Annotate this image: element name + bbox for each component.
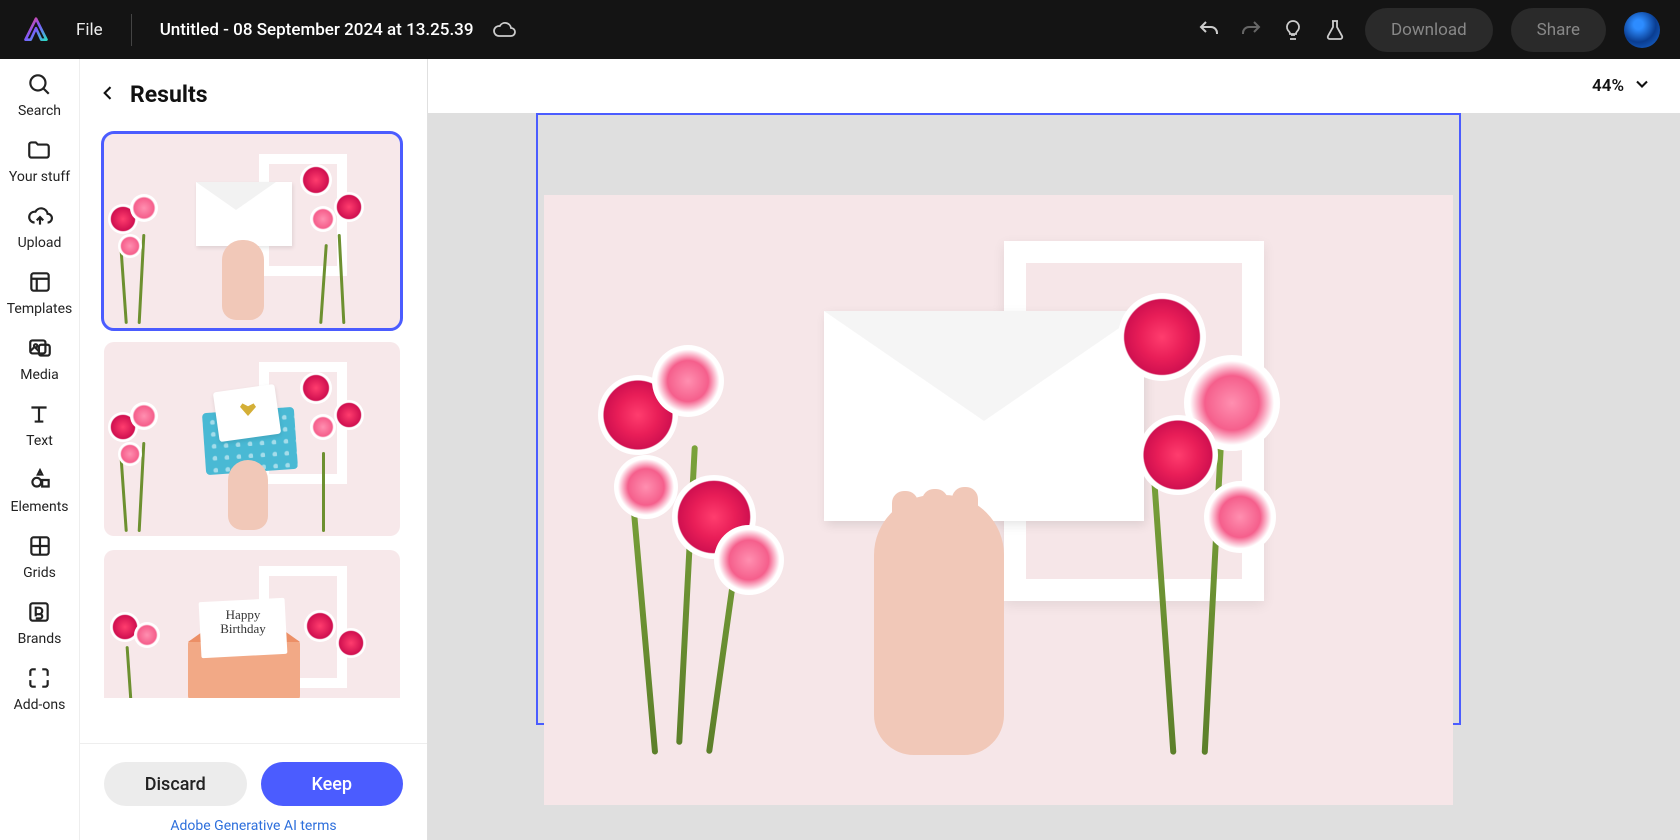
user-avatar[interactable] — [1624, 12, 1660, 48]
nav-media[interactable]: Media — [20, 335, 59, 383]
cloud-sync-icon[interactable] — [492, 18, 516, 42]
beaker-icon[interactable] — [1323, 18, 1347, 42]
discard-button[interactable]: Discard — [104, 762, 247, 806]
share-button[interactable]: Share — [1511, 8, 1606, 52]
document-title[interactable]: Untitled - 08 September 2024 at 13.25.39 — [160, 20, 474, 40]
results-panel: Results — [80, 59, 428, 840]
card3-script-text: Happy Birthday — [208, 608, 278, 635]
panel-title: Results — [130, 81, 208, 108]
adobe-express-logo-icon[interactable] — [20, 14, 52, 46]
divider — [131, 14, 132, 46]
results-list: Happy Birthday — [80, 120, 427, 840]
nav-templates-label: Templates — [7, 301, 73, 317]
nav-templates[interactable]: Templates — [7, 269, 73, 317]
nav-addons[interactable]: Add-ons — [14, 665, 66, 713]
canvas-stage[interactable] — [428, 113, 1680, 840]
panel-footer: Discard Keep Adobe Generative AI terms — [80, 743, 427, 840]
keep-button[interactable]: Keep — [261, 762, 404, 806]
nav-text[interactable]: Text — [26, 401, 53, 449]
nav-search[interactable]: Search — [18, 71, 61, 119]
nav-elements-label: Elements — [10, 499, 68, 515]
nav-your-stuff-label: Your stuff — [9, 169, 70, 185]
nav-your-stuff[interactable]: Your stuff — [9, 137, 70, 185]
zoom-chevron-down-icon[interactable] — [1632, 74, 1652, 98]
result-thumbnail-2[interactable] — [104, 342, 400, 536]
result-thumbnail-3[interactable]: Happy Birthday — [104, 550, 400, 698]
nav-brands[interactable]: Brands — [18, 599, 62, 647]
terms-link[interactable]: Adobe Generative AI terms — [104, 818, 403, 834]
nav-search-label: Search — [18, 103, 61, 119]
nav-text-label: Text — [26, 433, 53, 449]
top-actions: Download Share — [1197, 8, 1660, 52]
file-menu[interactable]: File — [76, 20, 103, 40]
nav-brands-label: Brands — [18, 631, 62, 647]
nav-rail: Search Your stuff Upload Templates Media… — [0, 59, 80, 840]
nav-upload-label: Upload — [18, 235, 62, 251]
lightbulb-icon[interactable] — [1281, 18, 1305, 42]
redo-icon[interactable] — [1239, 18, 1263, 42]
result-thumbnail-1[interactable] — [104, 134, 400, 328]
nav-media-label: Media — [20, 367, 59, 383]
top-bar: File Untitled - 08 September 2024 at 13.… — [0, 0, 1680, 59]
back-chevron-icon[interactable] — [98, 83, 118, 107]
download-button[interactable]: Download — [1365, 8, 1493, 52]
canvas-area: 44% — [428, 59, 1680, 840]
zoom-level[interactable]: 44% — [1592, 76, 1624, 96]
nav-grids-label: Grids — [23, 565, 56, 581]
undo-icon[interactable] — [1197, 18, 1221, 42]
nav-elements[interactable]: Elements — [10, 467, 68, 515]
canvas-toolbar: 44% — [428, 59, 1680, 113]
nav-upload[interactable]: Upload — [18, 203, 62, 251]
nav-grids[interactable]: Grids — [23, 533, 56, 581]
nav-addons-label: Add-ons — [14, 697, 66, 713]
artboard-image[interactable] — [544, 195, 1453, 805]
